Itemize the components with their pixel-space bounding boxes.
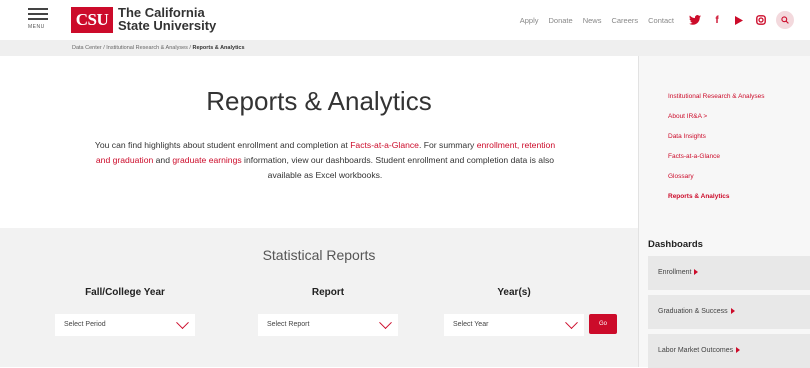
report-select[interactable]: Select Report <box>258 314 398 336</box>
dashboards-title: Dashboards <box>648 239 703 250</box>
chevron-down-icon <box>379 316 392 330</box>
logo-line2: State University <box>118 18 217 33</box>
nav-news[interactable]: News <box>583 16 602 25</box>
chevron-down-icon <box>176 316 189 330</box>
breadcrumb: Data Center / Institutional Research & A… <box>0 40 810 56</box>
caret-right-icon <box>694 269 699 276</box>
sidebar-item-about[interactable]: About IR&A > <box>668 112 764 132</box>
breadcrumb-current: Reports & Analytics <box>192 45 245 51</box>
go-button[interactable]: Go <box>589 314 617 334</box>
sidebar-item-reports[interactable]: Reports & Analytics <box>668 192 764 212</box>
social-links: f <box>688 13 776 27</box>
csu-logo[interactable]: CSU <box>71 7 113 33</box>
logo-text[interactable]: The California State University <box>118 6 216 32</box>
stat-reports-title: Statistical Reports <box>262 247 376 263</box>
sidebar-nav: Institutional Research & Analyses About … <box>668 92 764 212</box>
twitter-icon[interactable] <box>688 13 702 27</box>
dashboard-graduation[interactable]: Graduation & Success <box>648 295 810 329</box>
facebook-icon[interactable]: f <box>710 13 724 27</box>
report-label: Report <box>311 287 345 298</box>
caret-right-icon <box>736 347 741 354</box>
statistical-reports-panel: Statistical Reports Fall/College Year Se… <box>0 228 638 367</box>
dashboard-labor-market[interactable]: Labor Market Outcomes <box>648 334 810 368</box>
search-icon[interactable] <box>776 11 794 29</box>
facts-link[interactable]: Facts-at-a-Glance <box>350 140 419 150</box>
nav-donate[interactable]: Donate <box>549 16 573 25</box>
breadcrumb-ira[interactable]: Institutional Research & Analyses <box>106 45 188 51</box>
earnings-link[interactable]: graduate earnings <box>172 155 241 165</box>
youtube-icon[interactable] <box>732 13 746 27</box>
period-label: Fall/College Year <box>85 287 165 298</box>
sidebar-item-data-insights[interactable]: Data Insights <box>668 132 764 152</box>
period-select[interactable]: Select Period <box>55 314 195 336</box>
sidebar-item-facts[interactable]: Facts-at-a-Glance <box>668 152 764 172</box>
chevron-down-icon <box>565 316 578 330</box>
top-nav: Apply Donate News Careers Contact f <box>520 10 810 30</box>
menu-button[interactable]: MENU <box>28 8 48 30</box>
years-label: Year(s) <box>497 287 531 298</box>
site-header: MENU CSU The California State University… <box>0 0 810 40</box>
breadcrumb-data-center[interactable]: Data Center <box>72 45 102 51</box>
page-title: Reports & Analytics <box>206 86 432 116</box>
sidebar: Institutional Research & Analyses About … <box>638 56 810 368</box>
year-select[interactable]: Select Year <box>444 314 584 336</box>
nav-contact[interactable]: Contact <box>648 16 674 25</box>
dashboard-enrollment[interactable]: Enrollment <box>648 256 810 290</box>
nav-apply[interactable]: Apply <box>520 16 539 25</box>
intro-text: You can find highlights about student en… <box>94 140 556 180</box>
nav-careers[interactable]: Careers <box>611 16 638 25</box>
caret-right-icon <box>730 308 735 315</box>
menu-label: MENU <box>28 24 45 30</box>
main-content: Reports & Analytics You can find highlig… <box>0 56 638 367</box>
sidebar-item-glossary[interactable]: Glossary <box>668 172 764 192</box>
menu-icon <box>28 8 48 10</box>
sidebar-item-ira[interactable]: Institutional Research & Analyses <box>668 92 764 112</box>
instagram-icon[interactable] <box>754 13 768 27</box>
